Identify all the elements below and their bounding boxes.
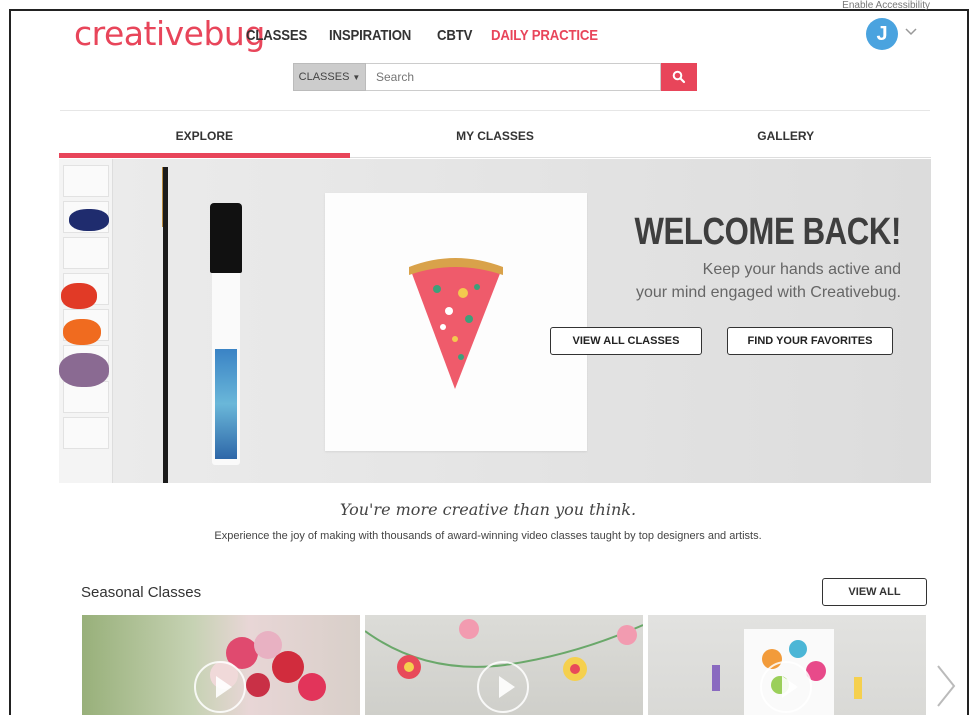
pizza-illustration-card (325, 193, 587, 451)
nav-classes[interactable]: CLASSES (246, 27, 307, 44)
class-card[interactable] (365, 615, 643, 715)
hero-copy: WELCOME BACK! Keep your hands active and… (576, 211, 902, 304)
chevron-down-icon[interactable] (904, 24, 918, 38)
view-all-button[interactable]: VIEW ALL (822, 578, 927, 606)
search-button[interactable] (661, 63, 697, 91)
carousel-next-icon[interactable] (934, 662, 958, 715)
find-your-favorites-button[interactable]: FIND YOUR FAVORITES (727, 327, 893, 355)
play-icon[interactable] (194, 661, 246, 713)
creativebug-logo[interactable]: creativebug (74, 14, 265, 53)
enable-accessibility-link[interactable]: Enable Accessibility (842, 0, 930, 11)
search-bar: CLASSES ▼ (293, 63, 697, 91)
search-input[interactable] (366, 63, 661, 91)
view-all-classes-button[interactable]: VIEW ALL CLASSES (550, 327, 702, 355)
tab-bar: EXPLORE MY CLASSES GALLERY (59, 120, 931, 158)
hero-banner: WELCOME BACK! Keep your hands active and… (59, 159, 931, 483)
hero-title: WELCOME BACK! (634, 211, 902, 253)
caret-down-icon: ▼ (352, 72, 361, 82)
tagline: You're more creative than you think. (339, 500, 637, 519)
nav-cbtv[interactable]: CBTV (437, 27, 472, 44)
main-nav: CLASSES INSPIRATION CBTV DAILY PRACTICE (246, 27, 626, 44)
header-divider (60, 110, 930, 111)
hero-subtitle-line2: your mind engaged with Creativebug. (635, 284, 901, 301)
play-icon[interactable] (477, 661, 529, 713)
pizza-slice-illustration (409, 258, 503, 389)
avatar[interactable]: J (866, 18, 898, 50)
nav-daily-practice[interactable]: DAILY PRACTICE (491, 27, 598, 44)
hero-subtitle-line1: Keep your hands active and (702, 261, 901, 278)
class-card[interactable] (648, 615, 926, 715)
search-icon (672, 70, 686, 84)
subline: Experience the joy of making with thousa… (214, 530, 762, 542)
tab-explore[interactable]: EXPLORE (59, 120, 350, 158)
play-icon[interactable] (760, 661, 812, 713)
class-card[interactable] (82, 615, 360, 715)
nav-inspiration[interactable]: INSPIRATION (329, 27, 411, 44)
search-category-label: CLASSES (298, 71, 350, 83)
search-category-dropdown[interactable]: CLASSES ▼ (293, 63, 366, 91)
tab-gallery[interactable]: GALLERY (640, 120, 931, 157)
seasonal-classes-heading: Seasonal Classes (81, 584, 202, 601)
tab-my-classes[interactable]: MY CLASSES (350, 120, 641, 157)
